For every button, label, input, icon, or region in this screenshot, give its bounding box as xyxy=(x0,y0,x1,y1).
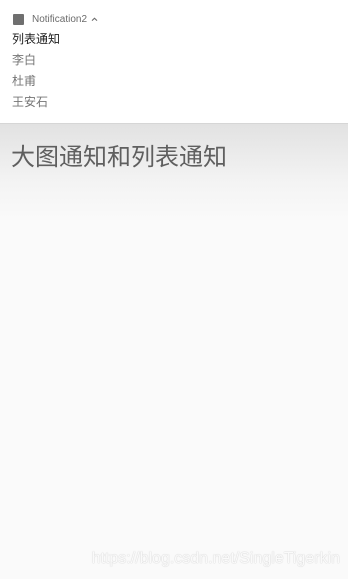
notification-line: 王安石 xyxy=(12,95,49,109)
chevron-up-icon[interactable] xyxy=(91,16,98,23)
notification-app-name: Notification2 xyxy=(32,14,88,25)
notification-line: 杜甫 xyxy=(12,74,37,88)
app-screen-background xyxy=(0,124,348,579)
notification-header: Notification2 xyxy=(13,13,98,26)
notification-lines-list: 李白 杜甫 王安石 xyxy=(12,52,48,115)
app-square-icon xyxy=(13,14,24,25)
notification-line: 李白 xyxy=(12,53,37,67)
page-title: 大图通知和列表通知 xyxy=(11,143,227,171)
notification-title: 列表通知 xyxy=(12,32,61,46)
watermark: https://blog.csdn.net/SingleTigerkin xyxy=(91,550,340,567)
expanded-notification-card[interactable]: Notification2 列表通知 李白 杜甫 王安石 xyxy=(0,0,348,124)
